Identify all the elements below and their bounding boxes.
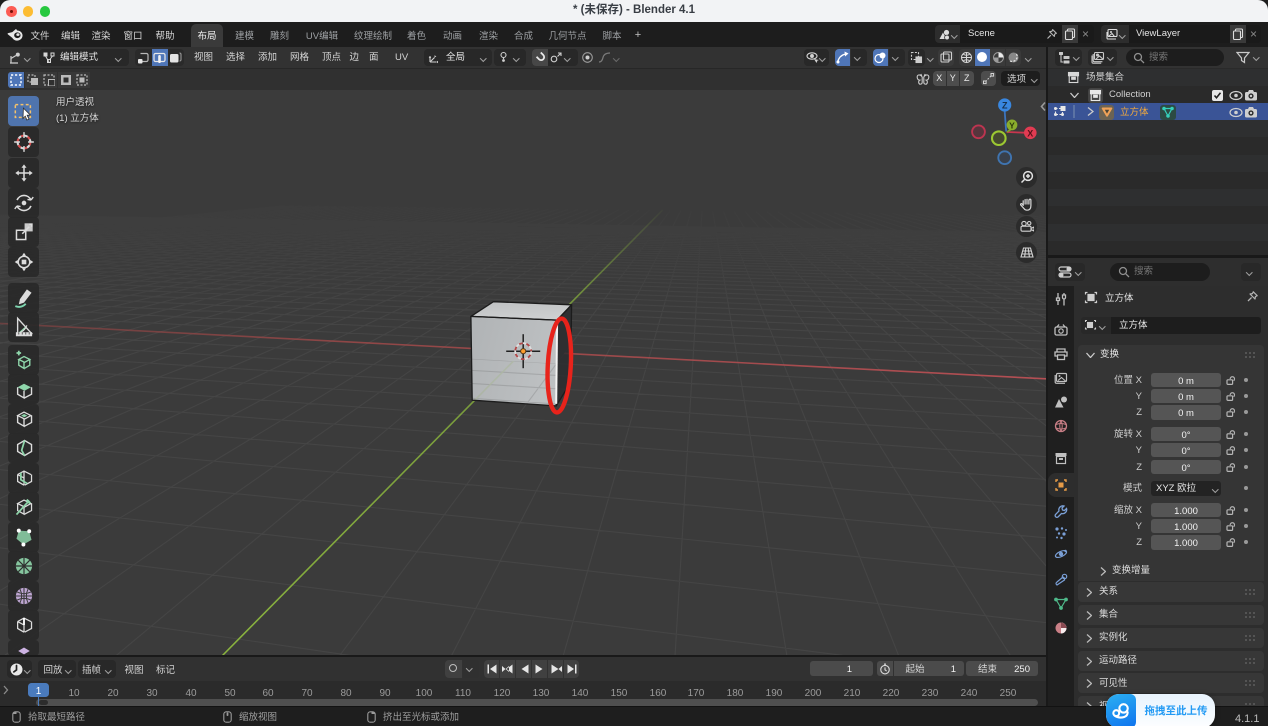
svg-text:X: X xyxy=(1027,128,1033,138)
svg-text:Y: Y xyxy=(1009,120,1015,130)
svg-text:Z: Z xyxy=(1002,101,1008,111)
